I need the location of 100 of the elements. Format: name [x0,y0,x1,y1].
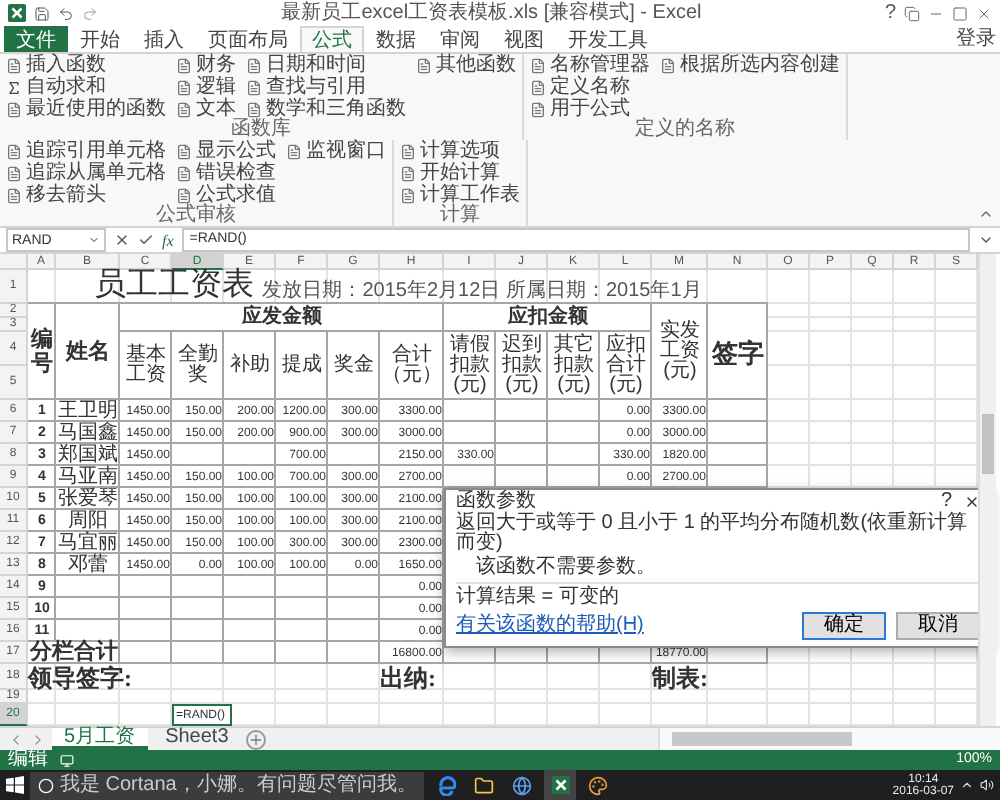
ribbon-button[interactable]: 最近使用的函数 [6,98,166,120]
insert-function-button[interactable]: fx [162,231,174,249]
ribbon-tab[interactable]: 开发工具 [556,26,660,52]
tray-icon[interactable] [960,778,974,792]
ribbon-button[interactable]: 开始计算 [400,162,520,184]
folder-icon [474,775,495,795]
ribbon-button[interactable]: 追踪从属单元格 [6,162,166,184]
sheet-subtitle: 发放日期：2015年2月12日 所属日期：2015年1月 [262,282,702,302]
ribbon-button[interactable]: 数学和三角函数 [246,98,406,120]
check-icon[interactable] [138,232,154,248]
group-label: 定义的名称 [633,120,737,140]
table-cell: 马宜丽 [56,532,120,554]
help-link[interactable]: 有关该函数的帮助(H) [456,616,644,636]
signature-label: 出纳: [380,664,438,690]
sign-in-link[interactable]: 登录 [956,30,996,52]
ribbon-button[interactable]: 用于公式 [530,98,650,120]
ribbon-tab[interactable]: 数据 [364,26,428,52]
ribbon-tab[interactable]: 审阅 [428,26,492,52]
search-field[interactable]: 我是 Cortana，小娜。有问题尽管问我。 [30,771,425,799]
ribbon-tab[interactable]: 公式 [300,26,364,52]
table-header: 应发金额 [120,304,444,332]
signature-label: 制表: [652,664,710,690]
formula-result: 计算结果 = 可变的 [456,588,621,608]
document-icon [176,57,192,73]
table-cell: 马国鑫 [56,422,120,444]
document-icon [176,101,192,117]
cancel-button[interactable]: 取消 [896,612,980,640]
document-icon [176,165,192,181]
ribbon-button[interactable]: 文本 [176,98,236,120]
vertical-scrollbar[interactable] [978,254,996,726]
ribbon-button[interactable]: 移去箭头 [6,184,166,206]
save-icon[interactable] [34,5,50,21]
sheet-tab[interactable]: Sheet3 [153,728,241,750]
spreadsheet-icon [551,775,570,793]
document-icon [246,57,262,73]
document-icon [176,187,192,203]
table-cell: 王卫明 [56,400,120,422]
ribbon-button[interactable]: 显示公式 [176,140,276,162]
document-icon [530,57,546,73]
table-cell: 张爱琴 [56,488,120,510]
ribbon-tab[interactable]: 文件 [4,26,68,52]
horizontal-scrollbar[interactable] [658,728,1000,750]
ribbon-tab[interactable]: 页面布局 [196,26,300,52]
ribbon-button[interactable]: 计算选项 [400,140,520,162]
document-icon [416,57,432,73]
dropdown-icon [88,234,100,246]
document-icon [6,57,22,73]
table-header: 迟到扣款(元) [496,332,548,400]
windows-start-icon[interactable] [6,776,24,794]
table-header: 应扣合计(元) [600,332,652,400]
ribbon-display-icon[interactable] [904,5,920,21]
table-header: 应扣金额 [444,304,652,332]
ribbon-button[interactable]: 其他函数 [416,54,516,76]
volume-icon[interactable] [980,778,994,792]
maximize-icon[interactable] [952,5,968,21]
ribbon-button[interactable]: 日期和时间 [246,54,406,76]
undo-icon[interactable] [58,5,74,21]
close-icon[interactable] [964,494,980,510]
ribbon-button[interactable]: 错误检查 [176,162,276,184]
cortana-icon [38,777,54,793]
document-icon [6,187,22,203]
palette-icon [588,775,609,795]
ribbon-tab[interactable]: 开始 [68,26,132,52]
group-label: 公式审核 [154,206,238,226]
ribbon-button[interactable]: 根据所选内容创建 [660,54,840,76]
excel-app[interactable] [544,769,577,800]
ribbon-button[interactable]: 监视窗口 [286,140,386,162]
ribbon-button[interactable]: 定义名称 [530,76,650,98]
close-icon[interactable] [976,5,992,21]
ribbon-button[interactable]: 公式求值 [176,184,276,206]
group-label: 函数库 [229,120,293,140]
ribbon-button[interactable]: 计算工作表 [400,184,520,206]
signature-label: 领导签字: [28,664,134,690]
expand-icon[interactable] [978,232,994,248]
ribbon-button[interactable]: 追踪引用单元格 [6,140,166,162]
cancel-icon[interactable] [114,232,130,248]
ribbon-button[interactable]: 查找与引用 [246,76,406,98]
ribbon-button[interactable]: 自动求和 [6,76,166,98]
help-button[interactable]: ? [884,3,896,23]
document-icon [246,101,262,117]
sigma-icon [6,79,22,95]
sheet-title: 员工工资表 [94,270,255,302]
ribbon-button[interactable]: 逻辑 [176,76,236,98]
ribbon-tab[interactable]: 视图 [492,26,556,52]
collapse-icon[interactable] [978,206,994,222]
ribbon-tab[interactable]: 插入 [132,26,196,52]
ribbon-button[interactable]: 名称管理器 [530,54,650,76]
document-icon [6,165,22,181]
sheet-tab[interactable]: 5月工资 [52,728,148,750]
ok-button[interactable]: 确定 [802,612,886,640]
table-header: 请假扣款(元) [444,332,496,400]
document-icon [660,57,676,73]
help-button[interactable]: ? [940,492,952,512]
ribbon-button[interactable]: 插入函数 [6,54,166,76]
ribbon-button[interactable]: 财务 [176,54,236,76]
browser-icon [436,775,457,795]
dialog-title: 函数参数 [456,492,536,512]
globe-icon [512,775,533,795]
window-title: 最新员工excel工资表模板.xls [兼容模式] - Excel [279,3,704,23]
document-icon [6,101,22,117]
